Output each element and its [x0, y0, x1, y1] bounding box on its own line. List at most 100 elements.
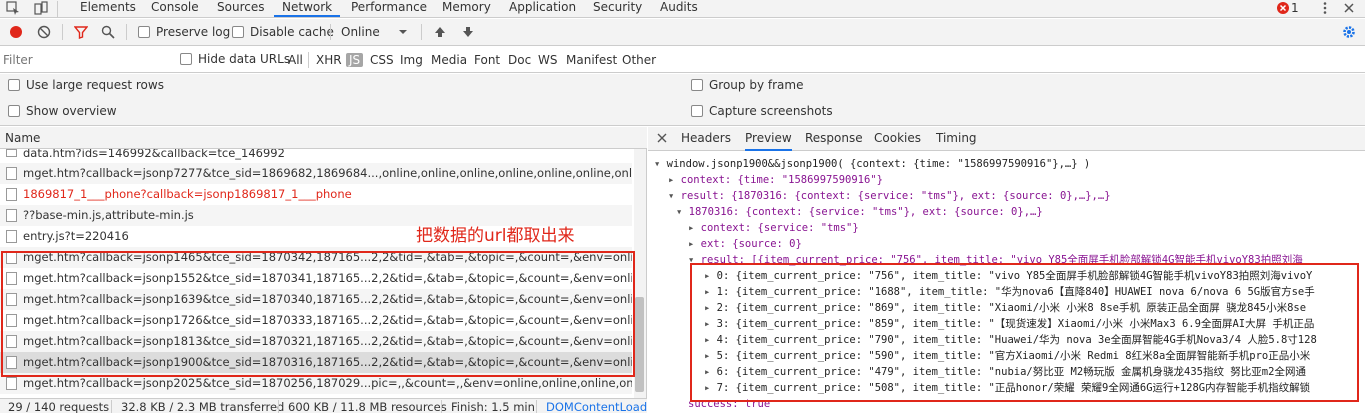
show-overview-checkbox[interactable]: [8, 105, 20, 117]
device-toolbar-icon[interactable]: [34, 1, 48, 15]
file-icon: [6, 167, 17, 180]
capture-screenshots-checkbox[interactable]: [691, 105, 703, 117]
divider: [278, 400, 279, 413]
file-icon: [6, 209, 17, 222]
capture-screenshots-label: Capture screenshots: [709, 104, 833, 118]
filter-type-js[interactable]: JS: [346, 53, 364, 67]
filter-type-img[interactable]: Img: [400, 53, 423, 67]
network-toolbar: Preserve log Disable cache Online: [0, 19, 1365, 46]
tab-console[interactable]: Console: [143, 0, 207, 17]
close-icon[interactable]: [656, 132, 670, 146]
filter-type-manifest[interactable]: Manifest: [566, 53, 617, 67]
divider: [330, 24, 331, 40]
annotation-text: 把数据的url都取出来: [416, 226, 575, 246]
export-har-icon[interactable]: [461, 25, 475, 39]
group-by-frame-checkbox[interactable]: [691, 79, 703, 91]
preview-context-line[interactable]: ▸ context: {time: "1586997590916"}: [668, 172, 883, 188]
clear-icon[interactable]: [37, 25, 51, 39]
annotation-box-preview: [690, 263, 1359, 402]
large-request-rows-label: Use large request rows: [26, 78, 164, 92]
settings-gear-icon[interactable]: [1342, 25, 1356, 39]
preview-inner-context-line[interactable]: ▸ context: {service: "tms"}: [688, 220, 859, 236]
tab-application[interactable]: Application: [501, 0, 584, 17]
filter-input[interactable]: [3, 50, 163, 69]
file-icon: [6, 377, 17, 390]
collapsed-triangle-icon: ▸: [688, 238, 701, 250]
filter-type-media[interactable]: Media: [431, 53, 467, 67]
collapsed-triangle-icon: ▸: [688, 222, 701, 234]
preview-id-line[interactable]: ▾ 1870316: {context: {service: "tms"}, e…: [676, 204, 1043, 220]
preserve-log-label: Preserve log: [156, 25, 231, 39]
group-by-frame-label: Group by frame: [709, 78, 804, 92]
disable-cache-label: Disable cache: [250, 25, 334, 39]
filter-type-xhr[interactable]: XHR: [316, 53, 342, 67]
more-options-icon[interactable]: [1318, 1, 1332, 15]
tab-headers[interactable]: Headers: [681, 131, 731, 145]
network-summary-bar: 29 / 140 requests 32.8 KB / 2.3 MB trans…: [0, 398, 647, 413]
large-request-rows-checkbox[interactable]: [8, 79, 20, 91]
record-icon[interactable]: [9, 25, 23, 39]
divider: [111, 400, 112, 413]
divider: [536, 400, 537, 413]
preview-root-line[interactable]: ▾ window.jsonp1900&&jsonp1900( {context:…: [654, 156, 1090, 172]
tab-security[interactable]: Security: [585, 0, 650, 17]
divider: [308, 52, 309, 68]
inspect-element-icon[interactable]: [6, 1, 20, 15]
import-har-icon[interactable]: [433, 25, 447, 39]
tab-preview[interactable]: Preview: [745, 131, 792, 151]
filter-bar: Hide data URLs All XHR JS CSS Img Media …: [0, 47, 1365, 73]
filter-type-css[interactable]: CSS: [370, 53, 394, 67]
expanded-triangle-icon: ▾: [676, 206, 689, 218]
error-icon[interactable]: [1276, 1, 1290, 15]
file-icon: [6, 149, 17, 157]
divider: [62, 24, 63, 40]
search-icon[interactable]: [101, 25, 115, 39]
filter-icon[interactable]: [73, 25, 89, 39]
request-count: 29 / 140 requests: [8, 400, 110, 413]
request-row[interactable]: data.htm?ids=146992&callback=tce_146992: [0, 149, 632, 162]
divider: [57, 1, 58, 17]
divider: [441, 400, 442, 413]
file-icon: [6, 188, 17, 201]
chevron-down-icon[interactable]: [398, 26, 412, 40]
preview-ext-line[interactable]: ▸ ext: {source: 0}: [688, 236, 802, 252]
request-row[interactable]: mget.htm?callback=jsonp7277&tce_sid=1869…: [0, 163, 632, 184]
request-row[interactable]: 1869817_1___phone?callback=jsonp1869817_…: [0, 184, 632, 205]
filter-type-doc[interactable]: Doc: [508, 53, 531, 67]
disable-cache-checkbox[interactable]: [232, 26, 244, 38]
preview-result-line[interactable]: ▾ result: {1870316: {context: {service: …: [668, 188, 1111, 204]
name-column-label: Name: [5, 131, 41, 145]
collapsed-triangle-icon: ▸: [668, 174, 681, 186]
expanded-triangle-icon: ▾: [654, 158, 667, 170]
tab-network[interactable]: Network: [274, 0, 341, 17]
expanded-triangle-icon: ▾: [668, 190, 681, 202]
filter-type-other[interactable]: Other: [622, 53, 656, 67]
hide-data-urls-label: Hide data URLs: [198, 52, 291, 66]
divider: [421, 24, 422, 40]
tab-sources[interactable]: Sources: [209, 0, 272, 17]
finish-time: Finish: 1.5 min: [451, 400, 535, 413]
tab-memory[interactable]: Memory: [434, 0, 499, 17]
filter-type-ws[interactable]: WS: [538, 53, 557, 67]
preserve-log-checkbox[interactable]: [138, 26, 150, 38]
tab-response[interactable]: Response: [805, 131, 863, 145]
filter-type-all[interactable]: All: [288, 53, 303, 67]
scrollbar-thumb[interactable]: [635, 297, 644, 392]
tab-elements[interactable]: Elements: [72, 0, 144, 17]
tab-performance[interactable]: Performance: [343, 0, 435, 17]
tab-audits[interactable]: Audits: [652, 0, 706, 17]
tab-timing[interactable]: Timing: [936, 131, 977, 145]
close-devtools-icon[interactable]: [1342, 1, 1356, 15]
network-settings-pane: Use large request rows Show overview Gro…: [0, 74, 1365, 126]
detail-tab-bar: Headers Preview Response Cookies Timing: [648, 127, 1365, 151]
hide-data-urls-checkbox[interactable]: [180, 53, 192, 65]
divider: [126, 24, 127, 40]
throttling-select[interactable]: Online: [341, 25, 380, 39]
name-column-header[interactable]: Name: [0, 127, 647, 149]
resource-size: 600 KB / 11.8 MB resources: [288, 400, 447, 413]
devtools-tab-bar: Elements Console Sources Network Perform…: [0, 0, 1365, 18]
annotation-box-requests: [1, 251, 635, 377]
filter-type-font[interactable]: Font: [474, 53, 500, 67]
show-overview-label: Show overview: [26, 104, 117, 118]
tab-cookies[interactable]: Cookies: [874, 131, 921, 145]
